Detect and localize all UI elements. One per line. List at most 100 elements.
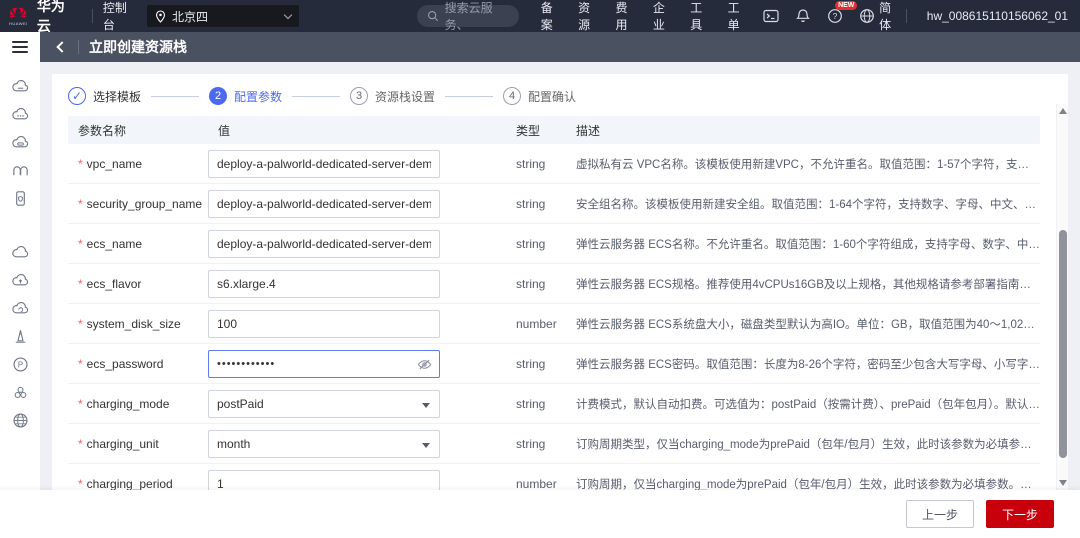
new-badge: NEW	[835, 1, 857, 10]
charging_mode-select[interactable]: postPaid	[208, 390, 440, 418]
parking-circle-icon[interactable]: P	[6, 350, 34, 378]
previous-step-button[interactable]: 上一步	[906, 500, 974, 528]
security_group_name-input[interactable]	[208, 190, 440, 218]
footer-bar: 上一步 下一步	[0, 490, 1080, 538]
back-button[interactable]	[56, 41, 67, 52]
account-name[interactable]: hw_008615110156062_01	[927, 9, 1068, 23]
language-selector[interactable]: 简体	[859, 0, 896, 33]
param-type: string	[506, 237, 566, 251]
cloud-database-icon[interactable]	[6, 128, 34, 156]
cloud-ellipsis-icon[interactable]	[6, 100, 34, 128]
ecs_flavor-input-field[interactable]	[217, 277, 431, 291]
divider	[906, 9, 907, 23]
scrollbar-thumb[interactable]	[1059, 230, 1067, 458]
step-number: 3	[350, 87, 368, 105]
param-row-charging_unit: *charging_unitmonthstring订购周期类型，仅当chargi…	[68, 424, 1040, 464]
vpc_name-input-field[interactable]	[217, 157, 431, 171]
charging_unit-select[interactable]: month	[208, 430, 440, 458]
step-connector	[445, 96, 493, 97]
location-pin-icon	[155, 10, 166, 23]
brand-huawei-cloud[interactable]: 华为云	[37, 0, 72, 36]
eye-off-icon[interactable]	[417, 357, 432, 372]
param-type: number	[506, 477, 566, 491]
step-done-check-icon: ✓	[68, 87, 86, 105]
topnav-item-工具[interactable]: 工具	[690, 0, 707, 33]
required-asterisk: *	[78, 277, 83, 291]
region-label: 北京四	[172, 8, 208, 25]
step-1[interactable]: ✓选择模板	[68, 87, 141, 105]
step-2[interactable]: 2配置参数	[209, 87, 282, 105]
param-name: *security_group_name	[68, 197, 208, 211]
language-label: 简体	[879, 0, 896, 33]
param-name: *charging_mode	[68, 397, 208, 411]
cloud-icon[interactable]	[6, 238, 34, 266]
sidebar-toggle-button[interactable]	[0, 32, 40, 62]
required-asterisk: *	[78, 157, 83, 171]
charging_period-input[interactable]	[208, 470, 440, 491]
step-4: 4配置确认	[503, 87, 576, 105]
selected-option: postPaid	[217, 397, 264, 411]
scroll-down-arrow[interactable]	[1059, 480, 1067, 486]
cloud-upload-icon[interactable]	[6, 266, 34, 294]
help-icon[interactable]: ? NEW	[827, 8, 843, 24]
vpc_name-input[interactable]	[208, 150, 440, 178]
required-asterisk: *	[78, 197, 83, 211]
required-asterisk: *	[78, 477, 83, 491]
topnav-item-备案[interactable]: 备案	[541, 0, 558, 33]
required-asterisk: *	[78, 317, 83, 331]
select-arrow-icon	[422, 443, 430, 448]
param-type: string	[506, 437, 566, 451]
system_disk_size-input-field[interactable]	[217, 317, 431, 331]
topnav-item-资源[interactable]: 资源	[578, 0, 595, 33]
vertical-scrollbar[interactable]	[1056, 104, 1068, 490]
console-link[interactable]: 控制台	[103, 0, 133, 33]
next-step-button[interactable]: 下一步	[986, 500, 1054, 528]
param-description: 弹性云服务器 ECS规格。推荐使用4vCPUs16GB及以上规格，其他规格请参考…	[566, 276, 1040, 292]
system_disk_size-input[interactable]	[208, 310, 440, 338]
selected-option: month	[217, 437, 250, 451]
ecs_name-input-field[interactable]	[217, 237, 431, 251]
cloud-server-icon[interactable]	[6, 72, 34, 100]
region-selector[interactable]: 北京四	[147, 5, 299, 27]
bridge-icon[interactable]	[6, 156, 34, 184]
page-title: 立即创建资源栈	[89, 37, 187, 57]
topnav-item-费用[interactable]: 费用	[615, 0, 632, 33]
ecs_flavor-input[interactable]	[208, 270, 440, 298]
search-placeholder: 搜索云服务、	[445, 0, 509, 33]
globe-grid-icon[interactable]	[6, 406, 34, 434]
notification-bell-icon[interactable]	[795, 8, 811, 24]
service-sidebar: P	[0, 62, 40, 490]
scroll-up-arrow[interactable]	[1059, 108, 1067, 114]
ecs_password-password-input[interactable]: ••••••••••••	[208, 350, 440, 378]
param-description: 订购周期，仅当charging_mode为prePaid（包年/包月）生效，此时…	[566, 476, 1040, 491]
beacon-icon[interactable]	[6, 322, 34, 350]
cloud-monitor-icon[interactable]	[6, 294, 34, 322]
ecs_name-input[interactable]	[208, 230, 440, 258]
masked-password-value: ••••••••••••	[217, 358, 275, 370]
page-header: 立即创建资源栈	[40, 32, 1080, 62]
param-type: string	[506, 277, 566, 291]
search-input[interactable]: 搜索云服务、	[417, 5, 519, 27]
mobile-shield-icon[interactable]	[6, 184, 34, 212]
param-description: 虚拟私有云 VPC名称。该模板使用新建VPC，不允许重名。取值范围：1-57个字…	[566, 156, 1040, 172]
step-number: 2	[209, 87, 227, 105]
required-asterisk: *	[78, 437, 83, 451]
step-3: 3 资源栈设置	[350, 87, 435, 105]
topnav-item-企业[interactable]: 企业	[653, 0, 670, 33]
step-connector	[292, 96, 340, 97]
param-description: 弹性云服务器 ECS名称。不允许重名。取值范围：1-60个字符组成，支持字母、数…	[566, 236, 1040, 252]
col-header-name: 参数名称	[68, 122, 208, 139]
charging_period-input-field[interactable]	[217, 477, 431, 491]
step-label: 资源栈设置	[375, 88, 435, 105]
parameter-table: 参数名称 值 类型 描述 *vpc_namestring虚拟私有云 VPC名称。…	[68, 116, 1040, 490]
huawei-logo-icon[interactable]: HUAWEI	[0, 7, 37, 26]
topnav-item-工单[interactable]: 工单	[728, 0, 745, 33]
divider	[78, 40, 79, 54]
step-number: 4	[503, 87, 521, 105]
param-type: string	[506, 397, 566, 411]
svg-text:?: ?	[833, 11, 838, 21]
param-row-ecs_password: *ecs_password••••••••••••string弹性云服务器 EC…	[68, 344, 1040, 384]
cli-terminal-icon[interactable]	[763, 8, 779, 24]
security_group_name-input-field[interactable]	[217, 197, 431, 211]
cluster-icon[interactable]	[6, 378, 34, 406]
